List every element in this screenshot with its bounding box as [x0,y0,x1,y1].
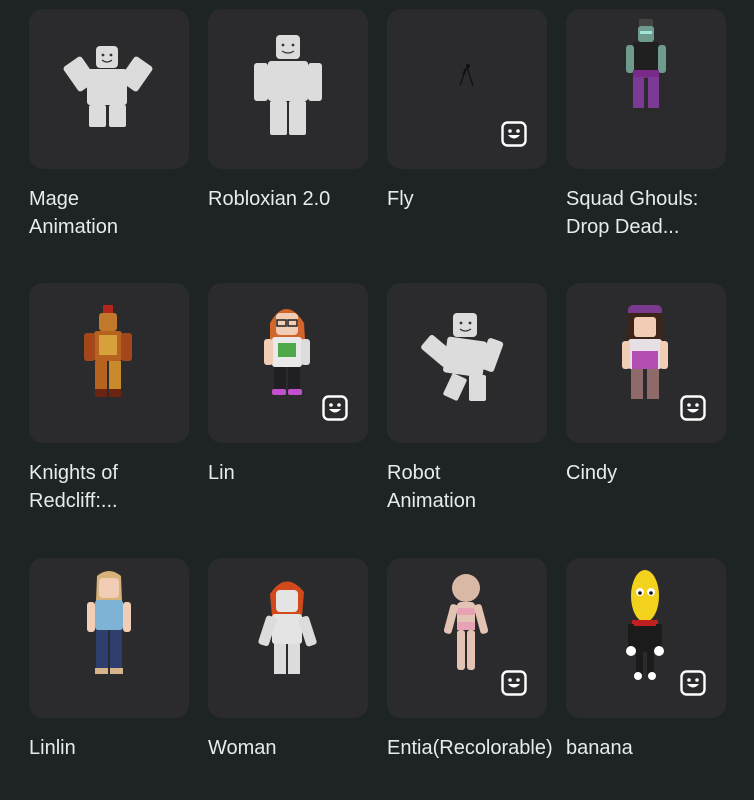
item-thumbnail[interactable] [29,558,189,718]
item-card-cindy[interactable]: Cindy [566,283,728,484]
item-name[interactable]: banana [566,734,741,762]
item-card-squad-ghouls[interactable]: Squad Ghouls: Drop Dead... [566,9,728,238]
item-card-entia[interactable]: Entia(Recolorable) [387,558,553,759]
item-name[interactable]: Robot Animation [387,459,562,515]
item-name[interactable]: Fly [387,185,562,213]
item-name[interactable]: Lin [208,459,383,487]
linlin-avatar-image [87,571,131,674]
emote-smiley-icon [322,395,348,421]
item-name[interactable]: Linlin [29,734,204,762]
item-card-banana[interactable]: banana [566,558,728,759]
emote-smiley-icon [680,395,706,421]
emote-smiley-icon [501,670,527,696]
emote-smiley-icon [680,670,706,696]
item-thumbnail[interactable] [29,9,189,169]
item-name[interactable]: Cindy [566,459,741,487]
item-thumbnail[interactable] [387,283,547,443]
item-thumbnail[interactable] [29,283,189,443]
blocky-avatar-image [254,35,322,135]
item-thumbnail[interactable] [387,558,547,718]
item-thumbnail[interactable] [208,283,368,443]
knight-avatar-image [84,305,132,397]
item-card-woman[interactable]: Woman [208,558,370,759]
catalog-grid: Mage Animation Robloxian 2.0 Fly Squad G… [0,0,754,800]
item-thumbnail[interactable] [566,283,726,443]
blocky-avatar-image [421,313,504,401]
item-card-fly[interactable]: Fly [387,9,549,210]
item-card-knights-of-redcliff[interactable]: Knights of Redcliff:... [29,283,191,512]
item-thumbnail[interactable] [387,9,547,169]
item-thumbnail[interactable] [566,558,726,718]
item-card-robot-animation[interactable]: Robot Animation [387,283,549,512]
item-name[interactable]: Mage Animation [29,185,204,241]
blocky-avatar-image [63,46,153,127]
item-thumbnail[interactable] [208,558,368,718]
item-card-mage-animation[interactable]: Mage Animation [29,9,191,238]
item-card-lin[interactable]: Lin [208,283,370,484]
item-thumbnail[interactable] [566,9,726,169]
item-card-robloxian[interactable]: Robloxian 2.0 [208,9,370,210]
woman-avatar-image [258,581,317,674]
item-thumbnail[interactable] [208,9,368,169]
item-card-linlin[interactable]: Linlin [29,558,191,759]
ghoul-avatar-image [626,19,666,113]
item-name[interactable]: Entia(Recolorable) [387,734,562,762]
emote-smiley-icon [501,121,527,147]
item-name[interactable]: Robloxian 2.0 [208,185,383,213]
item-name[interactable]: Knights of Redcliff:... [29,459,204,515]
item-name[interactable]: Squad Ghouls: Drop Dead... [566,185,741,241]
item-name[interactable]: Woman [208,734,383,762]
